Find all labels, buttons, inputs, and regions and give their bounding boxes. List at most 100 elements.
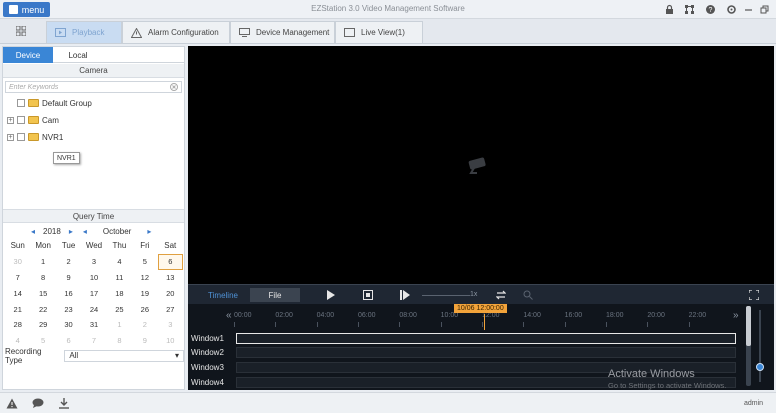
calendar-day[interactable]: 8: [30, 270, 55, 286]
calendar-day[interactable]: 29: [30, 317, 55, 333]
calendar-day[interactable]: 15: [30, 285, 55, 301]
calendar-nav: ◂ 2018 ▸ ◂ October ▸: [3, 225, 184, 238]
stop-icon[interactable]: [363, 290, 373, 300]
menu-button[interactable]: menu: [3, 2, 50, 17]
calendar-day[interactable]: 17: [81, 285, 106, 301]
search-input[interactable]: Enter Keywords: [5, 81, 182, 93]
calendar-day[interactable]: 20: [158, 285, 183, 301]
calendar-day[interactable]: 31: [81, 317, 106, 333]
calendar-day[interactable]: 24: [81, 301, 106, 317]
checkbox[interactable]: [17, 133, 25, 141]
message-icon[interactable]: [32, 398, 44, 409]
download-icon[interactable]: [58, 398, 70, 409]
minimize-icon[interactable]: [743, 4, 754, 15]
calendar-day[interactable]: 5: [132, 254, 157, 270]
tree-item-nvr1[interactable]: + NVR1: [7, 131, 177, 143]
tree-item-cam[interactable]: + Cam: [7, 114, 177, 126]
warning-icon[interactable]: [6, 398, 18, 409]
calendar-day[interactable]: 9: [56, 270, 81, 286]
window-track[interactable]: [236, 332, 736, 344]
calendar-day[interactable]: 30: [56, 317, 81, 333]
calendar-day[interactable]: 3: [81, 254, 106, 270]
calendar-day[interactable]: 28: [5, 317, 30, 333]
calendar-day[interactable]: 1: [107, 317, 132, 333]
calendar-day[interactable]: 16: [56, 285, 81, 301]
expand-icon[interactable]: +: [7, 133, 14, 141]
settings-icon[interactable]: [726, 4, 737, 15]
help-icon[interactable]: ?: [705, 4, 716, 15]
window-label: Window2: [191, 347, 224, 357]
calendar-day[interactable]: 14: [5, 285, 30, 301]
step-forward-icon[interactable]: [400, 290, 410, 300]
checkbox[interactable]: [17, 116, 25, 124]
prev-month-icon[interactable]: ◂: [83, 227, 87, 236]
next-month-icon[interactable]: ▸: [147, 227, 151, 236]
subtab-device[interactable]: Device: [3, 47, 53, 63]
calendar-day[interactable]: 23: [56, 301, 81, 317]
home-grid-icon[interactable]: [16, 26, 26, 36]
timeline-tick-mark: [647, 322, 649, 327]
calendar-day[interactable]: 13: [158, 270, 183, 286]
query-time-header: Query Time: [3, 209, 184, 223]
timeline-tick-label: 08:00: [399, 312, 417, 319]
clear-search-icon[interactable]: [170, 83, 178, 91]
calendar-day[interactable]: 2: [132, 317, 157, 333]
prev-year-icon[interactable]: ◂: [31, 227, 35, 236]
calendar-day[interactable]: 19: [132, 285, 157, 301]
sync-icon[interactable]: [496, 290, 506, 300]
speed-slider[interactable]: [422, 295, 470, 296]
window-track[interactable]: [236, 346, 736, 358]
calendar-day[interactable]: 4: [107, 254, 132, 270]
calendar-day[interactable]: 8: [107, 333, 132, 349]
calendar-day[interactable]: 26: [132, 301, 157, 317]
next-year-icon[interactable]: ▸: [69, 227, 73, 236]
calendar-day[interactable]: 9: [132, 333, 157, 349]
tab-device-management[interactable]: Device Management: [230, 21, 335, 43]
timeline-tick-label: 16:00: [564, 312, 583, 319]
play-icon[interactable]: [326, 290, 336, 300]
calendar-day[interactable]: 10: [81, 270, 106, 286]
subtab-local[interactable]: Local: [53, 47, 103, 63]
calendar-day[interactable]: 3: [158, 317, 183, 333]
timeline-cursor[interactable]: [484, 314, 485, 330]
tab-alarm-configuration[interactable]: Alarm Configuration: [122, 21, 230, 43]
calendar-day[interactable]: 10: [158, 333, 183, 349]
timeline-next-icon[interactable]: »: [733, 310, 739, 321]
calendar-day[interactable]: 2: [56, 254, 81, 270]
timeline-prev-icon[interactable]: «: [226, 310, 232, 321]
network-icon[interactable]: [684, 4, 695, 15]
timeline-ruler[interactable]: 00:00 02:00 04:00 06:00 08:00 10:00 12:00 14:00…: [234, 312, 730, 332]
calendar-day[interactable]: 27: [158, 301, 183, 317]
user-name: admin: [744, 400, 764, 407]
calendar-day[interactable]: 6: [56, 333, 81, 349]
calendar-day[interactable]: 7: [81, 333, 106, 349]
tab-live-view[interactable]: Live View(1): [335, 21, 423, 43]
calendar-day[interactable]: 1: [30, 254, 55, 270]
restore-icon[interactable]: [759, 4, 770, 15]
calendar-day[interactable]: 7: [5, 270, 30, 286]
vertical-scrollbar[interactable]: [746, 306, 751, 386]
lock-icon[interactable]: [664, 4, 675, 15]
tab-timeline[interactable]: Timeline: [200, 288, 246, 302]
video-window[interactable]: [188, 46, 774, 284]
calendar-day[interactable]: 22: [30, 301, 55, 317]
expand-icon[interactable]: +: [7, 116, 14, 124]
fullscreen-icon[interactable]: [749, 290, 759, 300]
calendar-day[interactable]: 25: [107, 301, 132, 317]
calendar-day[interactable]: 11: [107, 270, 132, 286]
calendar-day[interactable]: 21: [5, 301, 30, 317]
timeline-tick-label: 14:00: [523, 312, 541, 319]
calendar-day[interactable]: 12: [132, 270, 157, 286]
zoom-slider[interactable]: [759, 310, 761, 382]
tab-file[interactable]: File: [250, 288, 300, 302]
checkbox[interactable]: [17, 99, 25, 107]
tree-item-default-group[interactable]: Default Group: [17, 97, 177, 109]
zoom-slider-handle[interactable]: [756, 363, 764, 371]
calendar-day[interactable]: 30: [5, 254, 30, 270]
tab-playback[interactable]: Playback: [46, 21, 122, 43]
zoom-icon[interactable]: [523, 290, 533, 300]
calendar-day[interactable]: 18: [107, 285, 132, 301]
calendar-day[interactable]: 6: [157, 253, 183, 270]
activation-watermark-sub: Go to Settings to activate Windows.: [608, 381, 727, 390]
recording-type-select[interactable]: All ▾: [64, 349, 184, 362]
